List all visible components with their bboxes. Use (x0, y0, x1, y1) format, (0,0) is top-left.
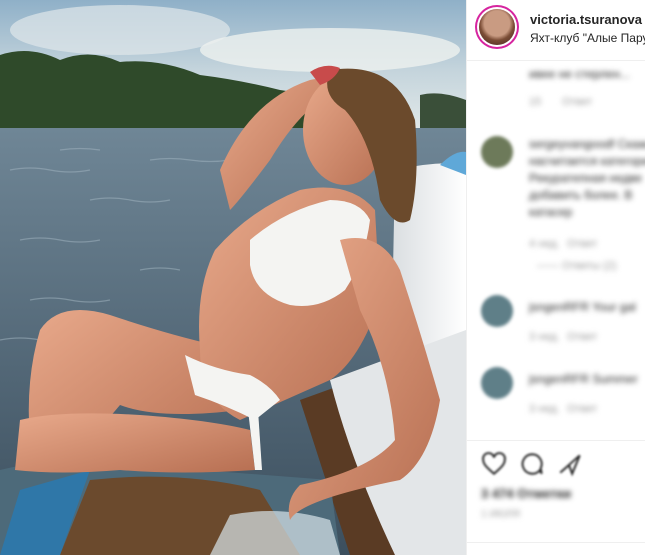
comment-3: jsngenRFR Your gal 3 нед. Ответ (467, 285, 645, 355)
comment-text: ивее не стерлен... (529, 67, 630, 81)
comment-4: jsngenRFR Summer 3 нед. Ответ (467, 357, 645, 432)
post-sidebar: victoria.tsuranova Яхт-клуб "Алые Паруса… (466, 0, 645, 555)
heart-icon[interactable] (481, 451, 507, 477)
comment-text: jsngenRFR Your gal (529, 300, 636, 314)
post-header: victoria.tsuranova Яхт-клуб "Алые Паруса… (467, 0, 645, 61)
post-date: 1 ИЮЛЯ (481, 509, 520, 520)
post-photo[interactable] (0, 0, 466, 555)
comment-age: 4 нед. (529, 238, 560, 250)
comment-avatar[interactable] (481, 295, 513, 327)
comment-avatar[interactable] (481, 367, 513, 399)
comment-line: добавить более. В (529, 188, 633, 202)
post-location[interactable]: Яхт-клуб "Алые Паруса" (530, 31, 645, 45)
share-icon[interactable] (557, 451, 583, 477)
comment-line: насчитается категории (529, 154, 645, 168)
add-comment-area[interactable] (467, 542, 645, 555)
view-replies-button[interactable]: —— Ответы (2) (537, 260, 617, 272)
comment-avatar[interactable] (481, 136, 513, 168)
comment-line: Рекуратепная недве (529, 171, 643, 185)
likes-count[interactable]: 3 474 Отметки (481, 486, 571, 501)
comment-age: 15 (529, 96, 542, 108)
author-avatar[interactable] (479, 9, 515, 45)
comment-age: 3 нед. (529, 403, 560, 415)
reply-button[interactable]: Ответ (567, 331, 597, 343)
reply-button[interactable]: Ответ (567, 403, 597, 415)
reply-button[interactable]: Ответ (567, 238, 597, 250)
comment-icon[interactable] (519, 451, 545, 477)
comment-text: jsngenRFR Summer (529, 372, 638, 386)
comment-2: sergeyvangoodf Скажите насчитается катег… (467, 130, 645, 280)
comment-line: sergeyvangoodf Скажите (529, 137, 645, 151)
photo-illustration (0, 0, 466, 555)
comment-line: катасер (529, 205, 573, 219)
post-actions: 3 474 Отметки 1 ИЮЛЯ (467, 440, 645, 556)
author-username[interactable]: victoria.tsuranova (530, 12, 642, 27)
comment-1: ивее не стерлен... 15 Ответ (467, 60, 645, 130)
comment-age: 3 нед. (529, 331, 560, 343)
reply-button[interactable]: Ответ (562, 96, 592, 108)
